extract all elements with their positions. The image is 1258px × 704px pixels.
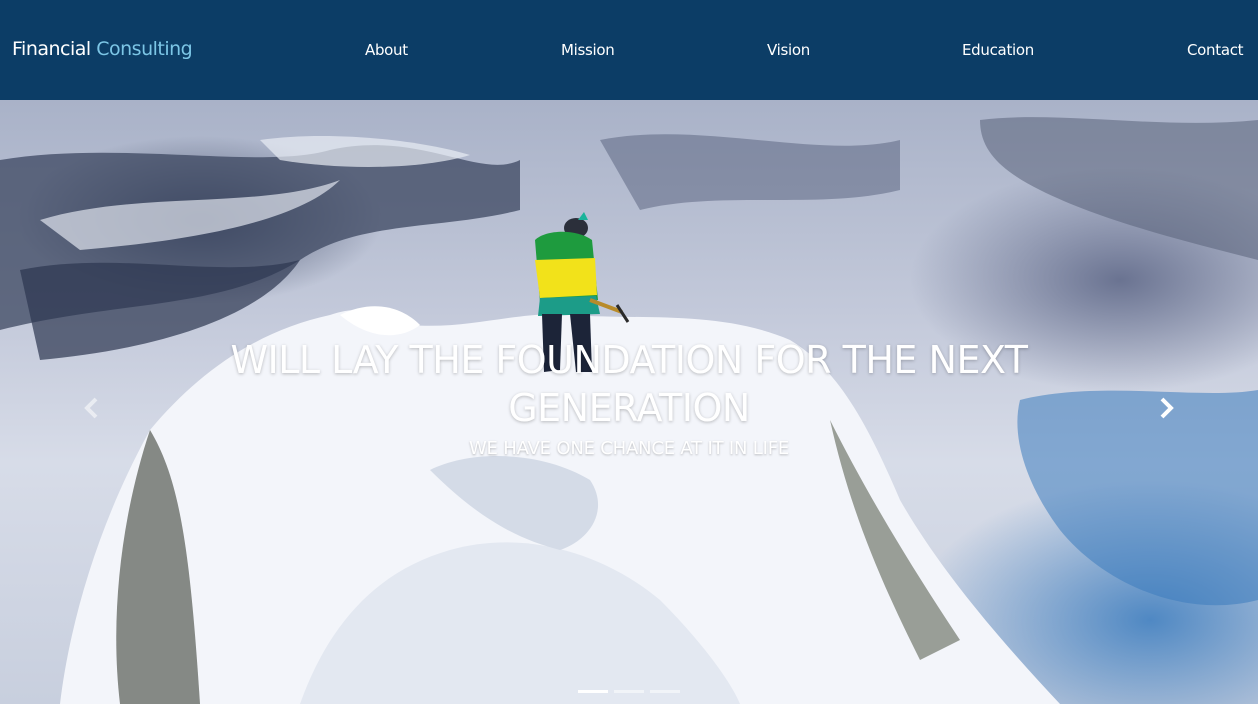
nav-link-education[interactable]: Education <box>962 41 1034 59</box>
hero-carousel: WILL LAY THE FOUNDATION FOR THE NEXT GEN… <box>0 100 1258 704</box>
nav-link-about[interactable]: About <box>365 41 408 59</box>
brand-name-accent: Consulting <box>96 38 193 60</box>
brand-logo[interactable]: Financial Consulting <box>12 38 193 60</box>
carousel-prev-button[interactable] <box>82 396 102 420</box>
brand-name-primary: Financial <box>12 38 91 60</box>
nav-link-contact[interactable]: Contact <box>1187 41 1244 59</box>
carousel-indicator-1[interactable] <box>578 690 608 693</box>
carousel-subheadline: WE HAVE ONE CHANCE AT IT IN LIFE <box>468 438 790 459</box>
top-navbar: Financial Consulting About Mission Visio… <box>0 0 1258 100</box>
chevron-left-icon <box>84 397 98 419</box>
carousel-next-button[interactable] <box>1156 396 1176 420</box>
nav-link-mission[interactable]: Mission <box>561 41 615 59</box>
carousel-indicator-3[interactable] <box>650 690 680 693</box>
carousel-indicators <box>578 690 688 694</box>
carousel-indicator-2[interactable] <box>614 690 644 693</box>
carousel-caption: WILL LAY THE FOUNDATION FOR THE NEXT GEN… <box>0 336 1258 459</box>
chevron-right-icon <box>1160 397 1174 419</box>
nav-link-vision[interactable]: Vision <box>767 41 810 59</box>
carousel-headline: WILL LAY THE FOUNDATION FOR THE NEXT GEN… <box>230 338 1028 430</box>
